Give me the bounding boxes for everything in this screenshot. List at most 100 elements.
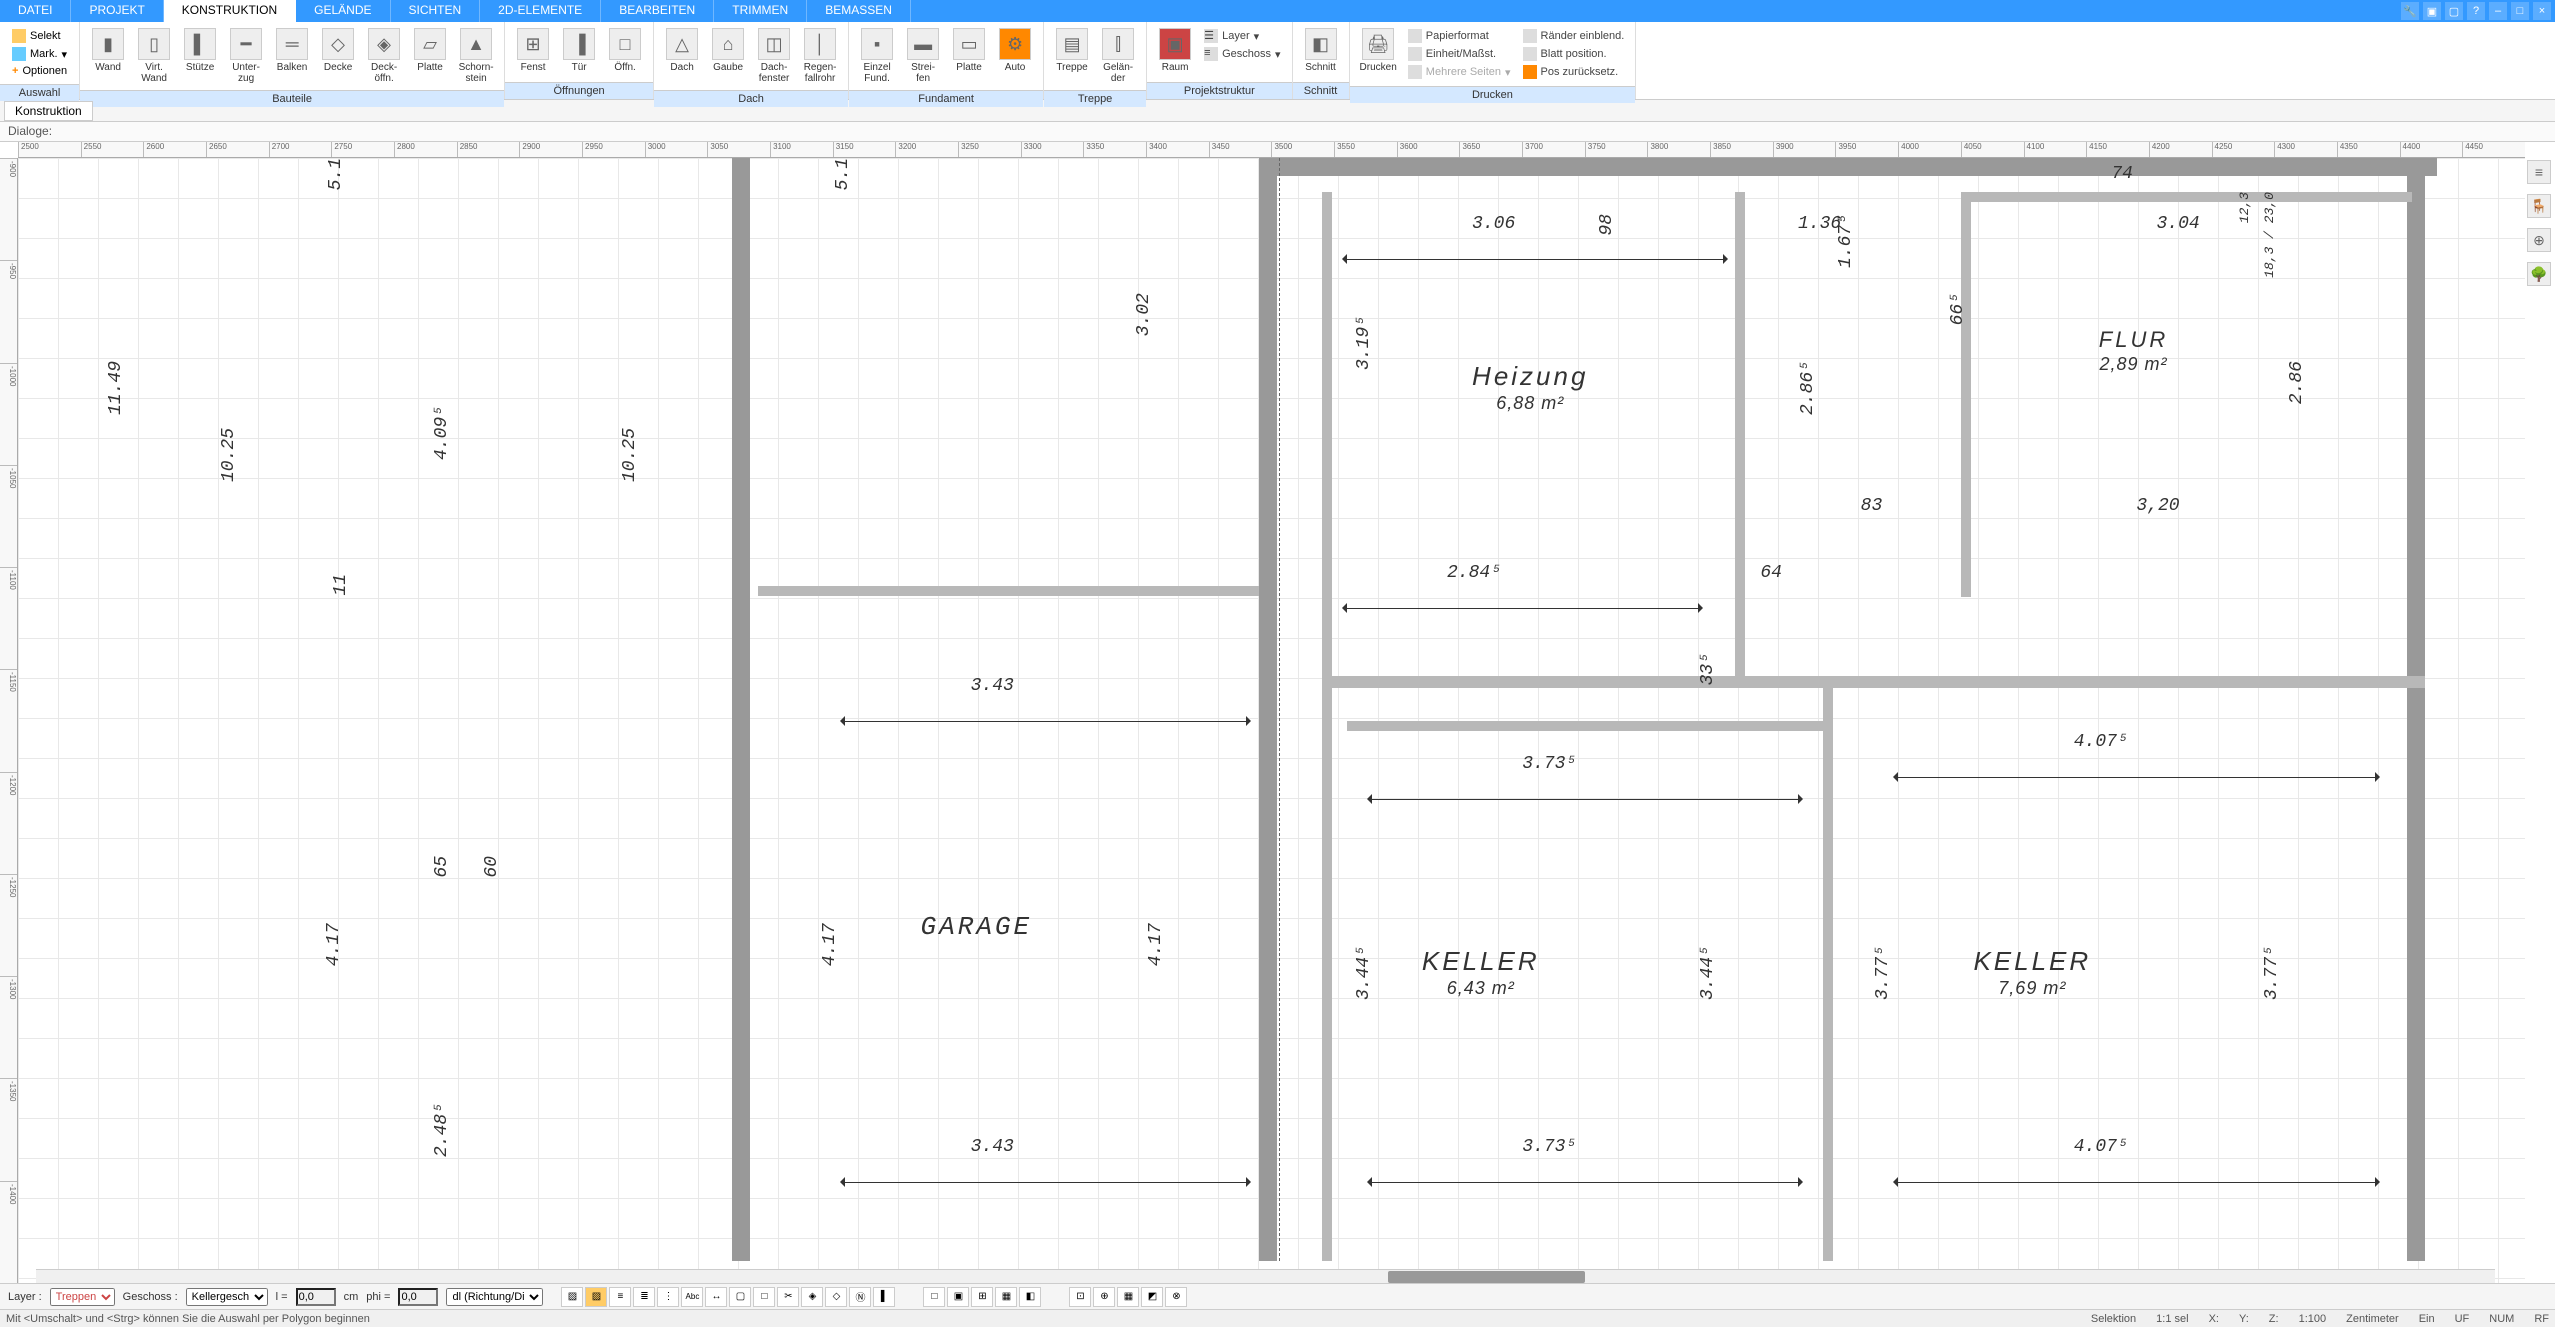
chair-icon[interactable]: 🪑 <box>2527 194 2551 218</box>
view1-icon[interactable]: □ <box>923 1287 945 1307</box>
view3-icon[interactable]: ⊞ <box>971 1287 993 1307</box>
menu-gelaende[interactable]: GELÄNDE <box>296 0 390 22</box>
view2-icon[interactable]: ▣ <box>947 1287 969 1307</box>
horizontal-scrollbar[interactable] <box>36 1269 2495 1283</box>
minimize-icon[interactable]: – <box>2489 2 2507 20</box>
schornstein-button[interactable]: ▲Schorn- stein <box>454 26 498 86</box>
platte2-button[interactable]: ▭Platte <box>947 26 991 75</box>
snap2-icon[interactable]: ⊕ <box>1093 1287 1115 1307</box>
bar-icon[interactable]: ▌ <box>873 1287 895 1307</box>
raender-button[interactable]: Ränder einblend. <box>1522 28 1626 44</box>
tool-icon[interactable]: 🔧 <box>2401 2 2419 20</box>
dach-button[interactable]: △Dach <box>660 26 704 75</box>
subbar-tab[interactable]: Konstruktion <box>4 101 93 121</box>
menu-datei[interactable]: DATEI <box>0 0 71 22</box>
einzelfund-button[interactable]: ▪Einzel Fund. <box>855 26 899 86</box>
menu-projekt[interactable]: PROJEKT <box>71 0 163 22</box>
deckoeffn-button[interactable]: ◈Deck- öffn. <box>362 26 406 86</box>
gaube-button[interactable]: ⌂Gaube <box>706 26 750 75</box>
snap1-icon[interactable]: ⊡ <box>1069 1287 1091 1307</box>
selekt-button[interactable]: Selekt <box>10 28 69 44</box>
dim: 83 <box>1861 496 1883 516</box>
schnitt-button[interactable]: ◧Schnitt <box>1299 26 1343 75</box>
optionen-button[interactable]: +Optionen <box>10 64 69 78</box>
dim: 3.44⁵ <box>1698 946 1718 1000</box>
close-icon[interactable]: × <box>2533 2 2551 20</box>
dim-icon[interactable]: ↔ <box>705 1287 727 1307</box>
wall <box>1322 676 2425 688</box>
maximize-icon[interactable]: □ <box>2511 2 2529 20</box>
pages-icon <box>1408 65 1422 79</box>
stuetze-button[interactable]: ▌Stütze <box>178 26 222 75</box>
view4-icon[interactable]: ▦ <box>995 1287 1017 1307</box>
geschoss-dropdown[interactable]: ≡Geschoss ▾ <box>1203 46 1281 62</box>
hatch1-icon[interactable]: ▨ <box>561 1287 583 1307</box>
align3-icon[interactable]: ⋮ <box>657 1287 679 1307</box>
oeffnung-button[interactable]: □Öffn. <box>603 26 647 75</box>
mark-button[interactable]: Mark. ▾ <box>10 46 69 62</box>
dim-line <box>1372 799 1798 800</box>
geschoss-select[interactable]: Kellergesch <box>186 1288 268 1306</box>
snap3-icon[interactable]: ▦ <box>1117 1287 1139 1307</box>
screen-icon[interactable]: ▢ <box>2445 2 2463 20</box>
treppe-button[interactable]: ▤Treppe <box>1050 26 1094 75</box>
drawing-canvas[interactable]: GARAGE Heizung6,88 m² KELLER6,43 m² KELL… <box>18 158 2525 1283</box>
richtung-select[interactable]: dl (Richtung/Di <box>446 1288 543 1306</box>
wand-button[interactable]: ▮Wand <box>86 26 130 75</box>
rect2-icon[interactable]: □ <box>753 1287 775 1307</box>
align2-icon[interactable]: ≣ <box>633 1287 655 1307</box>
tuer-button[interactable]: ▐Tür <box>557 26 601 75</box>
menu-2d[interactable]: 2D-ELEMENTE <box>480 0 601 22</box>
menu-bearbeiten[interactable]: BEARBEITEN <box>601 0 714 22</box>
snap4-icon[interactable]: ◩ <box>1141 1287 1163 1307</box>
menu-sichten[interactable]: SICHTEN <box>391 0 481 22</box>
menu-trimmen[interactable]: TRIMMEN <box>714 0 807 22</box>
streifen-button[interactable]: ▬Strei- fen <box>901 26 945 86</box>
unterzug-button[interactable]: ━Unter- zug <box>224 26 268 86</box>
snap5-icon[interactable]: ⊗ <box>1165 1287 1187 1307</box>
platte-button[interactable]: ▱Platte <box>408 26 452 75</box>
drucken-button[interactable]: 🖨Drucken <box>1356 26 1401 75</box>
hatch2-icon[interactable]: ▨ <box>585 1287 607 1307</box>
layers-icon[interactable]: ≡ <box>2527 160 2551 184</box>
gelaender-button[interactable]: ⫿Gelän- der <box>1096 26 1140 86</box>
raum-button[interactable]: ▣Raum <box>1153 26 1197 75</box>
n-icon[interactable]: Ⓝ <box>849 1287 871 1307</box>
layers3-icon[interactable]: ◇ <box>825 1287 847 1307</box>
align1-icon[interactable]: ≡ <box>609 1287 631 1307</box>
papierformat-button[interactable]: Papierformat <box>1407 28 1512 44</box>
scrollbar-thumb[interactable] <box>1388 1271 1585 1283</box>
mehrere-seiten-button[interactable]: Mehrere Seiten ▾ <box>1407 64 1512 80</box>
menu-bemassen[interactable]: BEMASSEN <box>807 0 911 22</box>
auto-button[interactable]: ⚙Auto <box>993 26 1037 75</box>
auto-icon: ⚙ <box>999 28 1031 60</box>
layer-select[interactable]: Treppen <box>50 1288 115 1306</box>
cut-icon[interactable]: ✂ <box>777 1287 799 1307</box>
layers2-icon[interactable]: ◈ <box>801 1287 823 1307</box>
door-icon: ▐ <box>563 28 595 60</box>
menu-konstruktion[interactable]: KONSTRUKTION <box>164 0 296 22</box>
view5-icon[interactable]: ◧ <box>1019 1287 1041 1307</box>
pos-button[interactable]: Pos zurücksetz. <box>1522 64 1626 80</box>
dim: 3.04 <box>2156 214 2199 234</box>
help-icon[interactable]: ? <box>2467 2 2485 20</box>
status-scale: 1:100 <box>2299 1313 2327 1325</box>
rect-icon[interactable]: ▢ <box>729 1287 751 1307</box>
blatt-button[interactable]: Blatt position. <box>1522 46 1626 62</box>
dim: 10.25 <box>620 428 640 482</box>
balken-button[interactable]: ═Balken <box>270 26 314 75</box>
einheit-button[interactable]: Einheit/Maßst. <box>1407 46 1512 62</box>
dim: 60 <box>482 856 502 878</box>
virtwand-button[interactable]: ▯Virt. Wand <box>132 26 176 86</box>
fenster-button[interactable]: ⊞Fenst <box>511 26 555 75</box>
dachfenster-button[interactable]: ◫Dach- fenster <box>752 26 796 86</box>
tree-icon[interactable]: 🌳 <box>2527 262 2551 286</box>
l-input[interactable] <box>296 1288 336 1306</box>
decke-button[interactable]: ◇Decke <box>316 26 360 75</box>
regenfallrohr-button[interactable]: │Regen- fallrohr <box>798 26 842 86</box>
abc-icon[interactable]: Abc <box>681 1287 703 1307</box>
phi-input[interactable] <box>398 1288 438 1306</box>
window-icon[interactable]: ▣ <box>2423 2 2441 20</box>
layer-dropdown[interactable]: ☰Layer ▾ <box>1203 28 1281 44</box>
compass-icon[interactable]: ⊕ <box>2527 228 2551 252</box>
